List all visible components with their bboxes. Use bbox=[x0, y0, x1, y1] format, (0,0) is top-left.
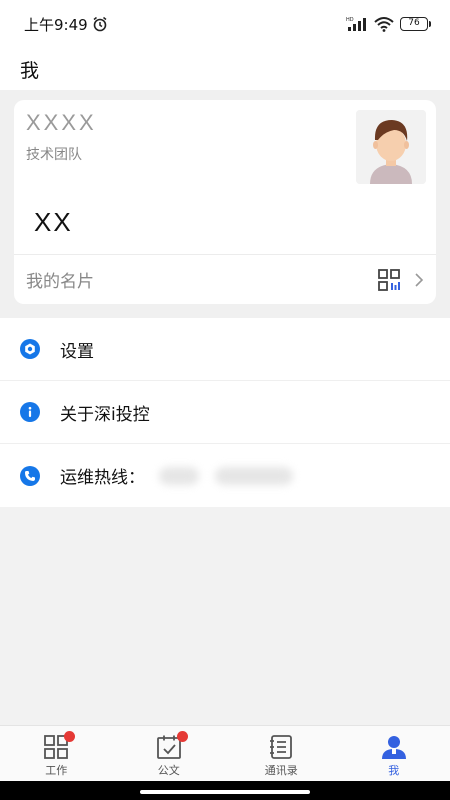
info-icon bbox=[20, 402, 40, 422]
menu-label-settings: 设置 bbox=[60, 341, 94, 362]
status-right: HD 76 bbox=[346, 16, 431, 32]
status-time: 上午9:49 bbox=[24, 15, 88, 34]
my-card-row[interactable]: 我的名片 bbox=[14, 255, 436, 304]
my-card-label: 我的名片 bbox=[26, 272, 94, 292]
contacts-icon bbox=[268, 734, 294, 760]
page-title: 我 bbox=[20, 59, 40, 82]
battery-indicator: 76 bbox=[400, 17, 431, 31]
qr-code-icon[interactable] bbox=[378, 268, 400, 291]
menu-item-hotline[interactable]: 运维热线： bbox=[0, 444, 450, 507]
tab-documents[interactable]: 公文 bbox=[113, 726, 226, 781]
page-header: 我 bbox=[0, 48, 450, 90]
phone-icon bbox=[20, 465, 40, 486]
tab-label-contacts: 通讯录 bbox=[264, 764, 298, 777]
status-bar: 上午9:49 HD 76 bbox=[0, 0, 450, 48]
tab-work[interactable]: 工作 bbox=[0, 726, 113, 781]
menu-item-about[interactable]: 关于深i投控 bbox=[0, 381, 450, 444]
notification-badge bbox=[176, 731, 188, 742]
system-navigation-bar bbox=[0, 781, 450, 800]
avatar-illustration bbox=[356, 110, 426, 184]
profile-display-name: XX bbox=[34, 207, 73, 237]
tab-me[interactable]: 我 bbox=[338, 726, 450, 781]
grid-icon bbox=[43, 731, 76, 760]
tab-label-documents: 公文 bbox=[157, 764, 180, 777]
notification-badge bbox=[64, 731, 76, 742]
profile-card[interactable]: XXXX 技术团队 XX 我的名片 bbox=[14, 100, 436, 304]
settings-menu: 设置 关于深i投控 运维热线： bbox=[0, 318, 450, 507]
gear-icon bbox=[20, 339, 40, 359]
hotline-number-redacted bbox=[159, 463, 299, 489]
network-label-text: HD bbox=[346, 17, 354, 23]
tab-label-work: 工作 bbox=[45, 764, 68, 777]
chevron-right-icon bbox=[415, 272, 424, 287]
profile-team: 技术团队 bbox=[26, 147, 82, 163]
tab-contacts[interactable]: 通讯录 bbox=[225, 726, 338, 781]
person-icon bbox=[381, 734, 407, 760]
calendar-check-icon bbox=[156, 731, 188, 760]
tab-label-me: 我 bbox=[388, 764, 400, 777]
menu-item-settings[interactable]: 设置 bbox=[0, 318, 450, 381]
profile-section: XXXX 技术团队 XX 我的名片 bbox=[0, 90, 450, 318]
home-indicator[interactable] bbox=[140, 790, 310, 794]
wifi-icon bbox=[374, 17, 394, 32]
profile-name-placeholder: XXXX bbox=[26, 110, 97, 135]
bottom-tabbar: 工作 公文 通讯录 我 bbox=[0, 725, 450, 781]
menu-label-hotline: 运维热线： bbox=[60, 468, 145, 488]
status-left: 上午9:49 bbox=[24, 14, 108, 35]
alarm-icon bbox=[93, 16, 107, 32]
avatar[interactable] bbox=[356, 110, 426, 184]
signal-icon: HD bbox=[346, 17, 366, 31]
menu-label-about: 关于深i投控 bbox=[60, 404, 150, 425]
